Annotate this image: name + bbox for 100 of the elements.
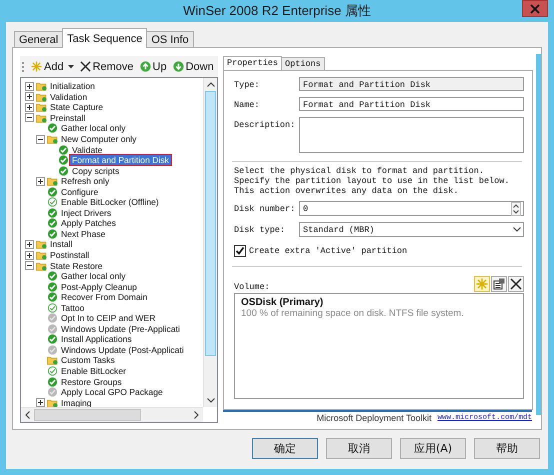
folder-icon: [47, 398, 58, 407]
folder-icon: [36, 250, 47, 260]
tree-item[interactable]: State Capture: [48, 102, 106, 112]
collapse-toggle[interactable]: [25, 113, 34, 122]
tree-item[interactable]: Preinstall: [48, 112, 88, 123]
scrollbar-thumb[interactable]: [205, 91, 216, 356]
tree-item[interactable]: Inject Drivers: [59, 208, 114, 218]
tab[interactable]: Task Sequence: [62, 28, 148, 48]
tree-item[interactable]: Tattoo: [59, 302, 86, 313]
tree-item[interactable]: Windows Update (Post-Applicati: [59, 344, 186, 355]
tree-item[interactable]: Copy scripts: [70, 166, 122, 176]
tab[interactable]: General: [14, 31, 64, 48]
expand-toggle[interactable]: [25, 240, 34, 249]
close-button[interactable]: [522, 0, 548, 17]
tree-item[interactable]: Custom Tasks: [59, 355, 117, 366]
tree-item[interactable]: Initialization: [48, 81, 97, 92]
volume-name[interactable]: OSDisk (Primary): [241, 297, 517, 308]
instructions-text: Select the physical disk to format and partition. Specify the partition layout to use in the list below. This action overwrites any data on the disk.: [234, 167, 510, 196]
folder-icon: [36, 102, 47, 112]
dialog-button[interactable]: 帮助: [474, 438, 540, 459]
tree-item[interactable]: Install: [48, 239, 74, 250]
close-icon: [530, 4, 540, 14]
expand-toggle[interactable]: [25, 82, 34, 91]
field-label: Volume:: [234, 282, 270, 292]
grip-icon: [22, 62, 26, 72]
properties-button[interactable]: [491, 276, 507, 292]
dialog-button[interactable]: 取消: [326, 438, 392, 459]
collapse-toggle[interactable]: [25, 261, 34, 270]
tree-item[interactable]: New Computer only: [59, 134, 138, 144]
toolbar-button[interactable]: Down: [172, 60, 215, 72]
name-field[interactable]: Format and Partition Disk: [299, 97, 524, 111]
checkbox[interactable]: [234, 245, 246, 258]
dialog-button[interactable]: 应用(A): [400, 438, 466, 459]
tree-item[interactable]: Opt In to CEIP and WER: [59, 313, 158, 324]
tree-item[interactable]: Enable BitLocker (Offline): [59, 197, 161, 208]
tree-item[interactable]: Apply Local GPO Package: [59, 387, 165, 398]
collapse-toggle[interactable]: [36, 134, 45, 144]
toolbar-button[interactable]: Remove: [78, 60, 135, 72]
tree-item[interactable]: Install Applications: [59, 334, 134, 344]
footer-text: Microsoft Deployment Toolkit: [316, 412, 432, 423]
scrollbar-thumb[interactable]: [34, 409, 141, 421]
tree-item[interactable]: Postinstall: [48, 250, 92, 260]
expand-toggle[interactable]: [25, 92, 34, 102]
type-field: Format and Partition Disk: [299, 77, 524, 91]
folder-icon: [36, 260, 47, 271]
delete-button[interactable]: [508, 276, 524, 292]
close-icon: [80, 61, 91, 72]
down-caret-icon: [206, 398, 214, 403]
left-caret-icon: [25, 411, 30, 419]
toolbar-button[interactable]: Add: [30, 60, 75, 72]
close-icon: [510, 278, 522, 290]
tree-item[interactable]: Recover From Domain: [59, 292, 150, 302]
down-arrow-icon: [172, 61, 184, 72]
disk-type-dropdown[interactable]: Standard (MBR): [299, 222, 524, 238]
field-value: Standard (MBR): [303, 224, 374, 235]
expand-toggle[interactable]: [36, 398, 45, 407]
dialog-button[interactable]: 确定: [252, 438, 318, 459]
properties-icon: [493, 278, 505, 290]
horizontal-scrollbar[interactable]: [21, 407, 203, 422]
tree-item[interactable]: Format and Partition Disk: [70, 155, 171, 166]
tree-item[interactable]: Next Phase: [59, 228, 108, 239]
expand-toggle[interactable]: [36, 176, 45, 186]
expand-toggle[interactable]: [25, 250, 34, 260]
spinner-arrows-icon[interactable]: [511, 202, 521, 216]
tree-item[interactable]: Restore Groups: [59, 376, 124, 387]
folder-icon: [36, 112, 47, 123]
tree-item[interactable]: Windows Update (Pre-Applicati: [59, 324, 182, 334]
up-arrow-icon: [140, 61, 151, 72]
field-value: 0: [303, 204, 308, 214]
window-title: WinSer 2008 R2 Enterprise 属性: [183, 2, 371, 20]
tree-item[interactable]: Apply Patches: [59, 218, 118, 228]
field-label: Type:: [234, 79, 261, 90]
tab[interactable]: Options: [281, 57, 325, 70]
toolbar-button[interactable]: Up: [138, 60, 168, 72]
field-label: Name:: [234, 99, 261, 110]
description-field[interactable]: [299, 117, 524, 153]
disk-number-field[interactable]: 0: [299, 201, 524, 216]
tree-item[interactable]: Enable BitLocker: [59, 366, 128, 376]
tree-item[interactable]: Validation: [48, 92, 90, 102]
star-icon: [476, 278, 488, 290]
tree-item[interactable]: Gather local only: [59, 123, 128, 134]
tree-item[interactable]: Gather local only: [59, 271, 128, 282]
field-label: Description:: [234, 119, 296, 130]
caret-icon: [68, 64, 74, 68]
vertical-scrollbar[interactable]: [203, 78, 217, 407]
up-caret-icon: [206, 82, 214, 87]
right-caret-icon: [194, 411, 199, 419]
tab[interactable]: OS Info: [146, 31, 194, 48]
folder-icon: [47, 134, 58, 144]
checkbox-label: Create extra 'Active' partition: [249, 246, 408, 256]
tree-item[interactable]: State Restore: [48, 260, 105, 271]
expand-toggle[interactable]: [25, 102, 34, 112]
star-icon: [31, 61, 42, 72]
tree-item[interactable]: Refresh only: [59, 176, 112, 186]
folder-icon: [47, 355, 58, 366]
tab[interactable]: Properties: [223, 56, 282, 70]
folder-icon: [36, 239, 47, 250]
tree-item[interactable]: Post-Apply Cleanup: [59, 282, 139, 292]
tree-item[interactable]: Validate: [70, 144, 104, 155]
tree-item[interactable]: Configure: [59, 186, 100, 197]
